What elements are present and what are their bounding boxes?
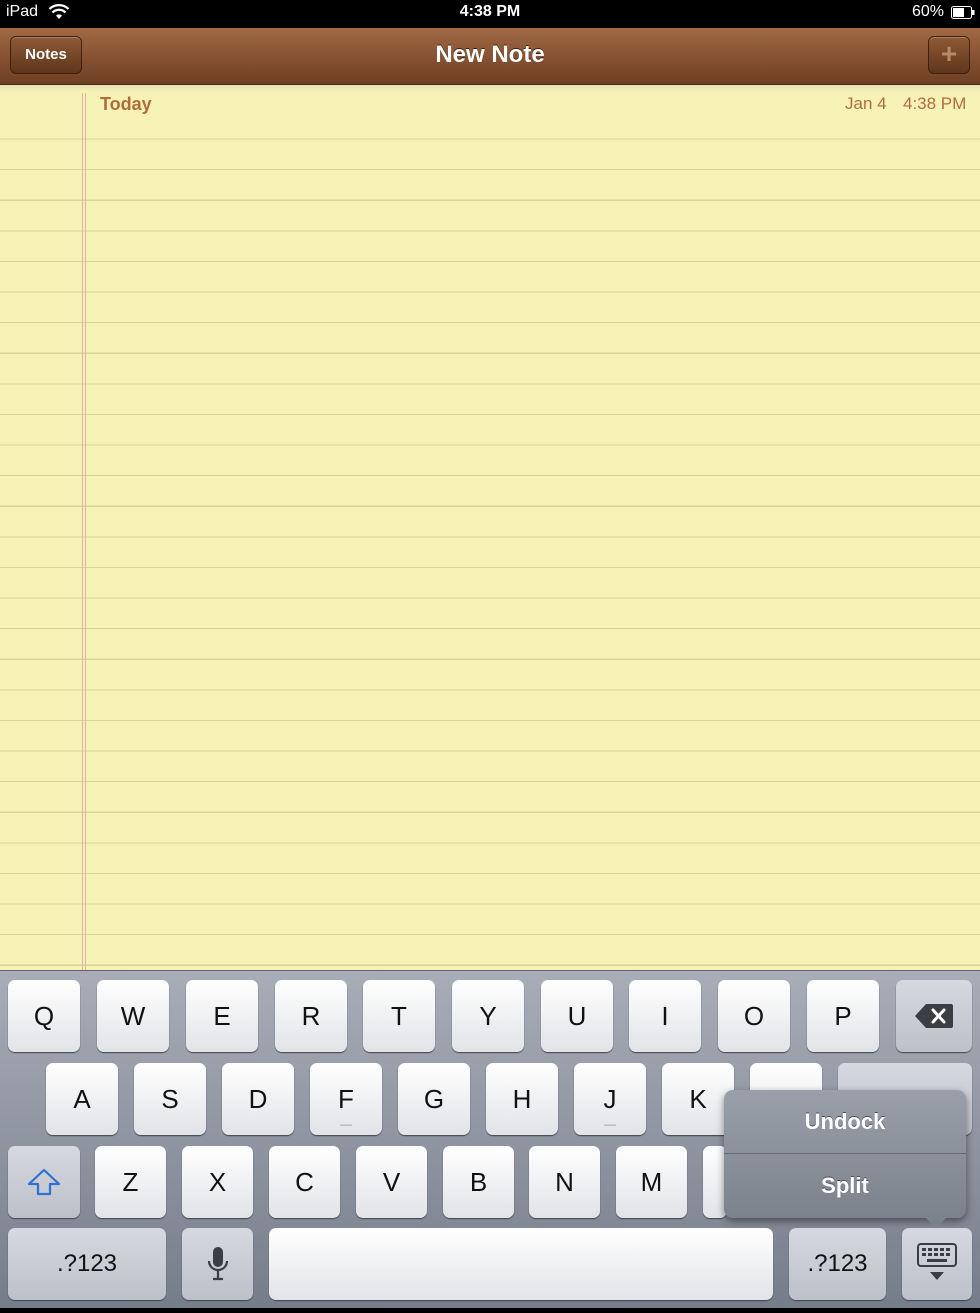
key-s[interactable]: S (134, 1063, 206, 1135)
hide-keyboard-icon (917, 1243, 957, 1280)
numbers-key-right[interactable]: .?123 (789, 1228, 886, 1300)
key-y[interactable]: Y (452, 980, 524, 1052)
key-d[interactable]: D (222, 1063, 294, 1135)
key-z[interactable]: Z (95, 1146, 166, 1218)
key-g[interactable]: G (398, 1063, 470, 1135)
key-t[interactable]: T (363, 980, 435, 1052)
key-x[interactable]: X (182, 1146, 253, 1218)
battery-icon (951, 6, 975, 19)
key-o[interactable]: O (718, 980, 790, 1052)
key-n[interactable]: N (529, 1146, 600, 1218)
key-i[interactable]: I (629, 980, 701, 1052)
key-b[interactable]: B (443, 1146, 514, 1218)
space-key[interactable] (269, 1228, 773, 1300)
key-r[interactable]: R (275, 980, 347, 1052)
microphone-icon (207, 1247, 228, 1281)
home-row-marker: — (340, 1117, 352, 1131)
battery-percent: 60% (911, 3, 944, 20)
key-f-label: F (338, 1084, 354, 1114)
backspace-key[interactable] (896, 980, 972, 1052)
split-button[interactable]: Split (724, 1156, 966, 1216)
shift-icon (27, 1168, 61, 1196)
paper-edge (0, 85, 980, 93)
keyboard-options-popup: Undock Split (724, 1090, 966, 1228)
key-v[interactable]: V (356, 1146, 427, 1218)
numbers-key-left[interactable]: .?123 (8, 1228, 166, 1300)
shift-key[interactable] (8, 1146, 80, 1218)
key-h[interactable]: H (486, 1063, 558, 1135)
key-q[interactable]: Q (8, 980, 80, 1052)
popup-divider (724, 1153, 966, 1154)
backspace-icon (915, 1004, 953, 1028)
key-c[interactable]: C (269, 1146, 340, 1218)
hide-keyboard-key[interactable] (902, 1228, 972, 1300)
note-date: Jan 4 (845, 94, 887, 113)
key-w[interactable]: W (97, 980, 169, 1052)
home-row-marker: — (604, 1117, 616, 1131)
key-j-label: J (603, 1084, 617, 1114)
key-f[interactable]: F — (310, 1063, 382, 1135)
key-e[interactable]: E (186, 980, 258, 1052)
page-title: New Note (435, 41, 545, 68)
undock-button[interactable]: Undock (724, 1092, 966, 1152)
margin-line (85, 93, 86, 970)
note-day: Today (100, 94, 152, 114)
key-m[interactable]: M (616, 1146, 687, 1218)
add-note-button[interactable]: + (928, 36, 970, 74)
popup-arrow (924, 1216, 948, 1228)
key-j[interactable]: J — (574, 1063, 646, 1135)
nav-bar: Notes New Note + (0, 28, 980, 85)
note-editor[interactable]: Today Jan 4 4:38 PM (0, 85, 980, 970)
status-time: 4:38 PM (459, 3, 521, 20)
note-time: 4:38 PM (903, 94, 967, 113)
key-u[interactable]: U (541, 980, 613, 1052)
key-p[interactable]: P (807, 980, 879, 1052)
key-a[interactable]: A (46, 1063, 118, 1135)
dictation-key[interactable] (182, 1228, 253, 1300)
margin-line (82, 93, 83, 970)
status-bar: iPad 4:38 PM 60% (0, 0, 980, 28)
